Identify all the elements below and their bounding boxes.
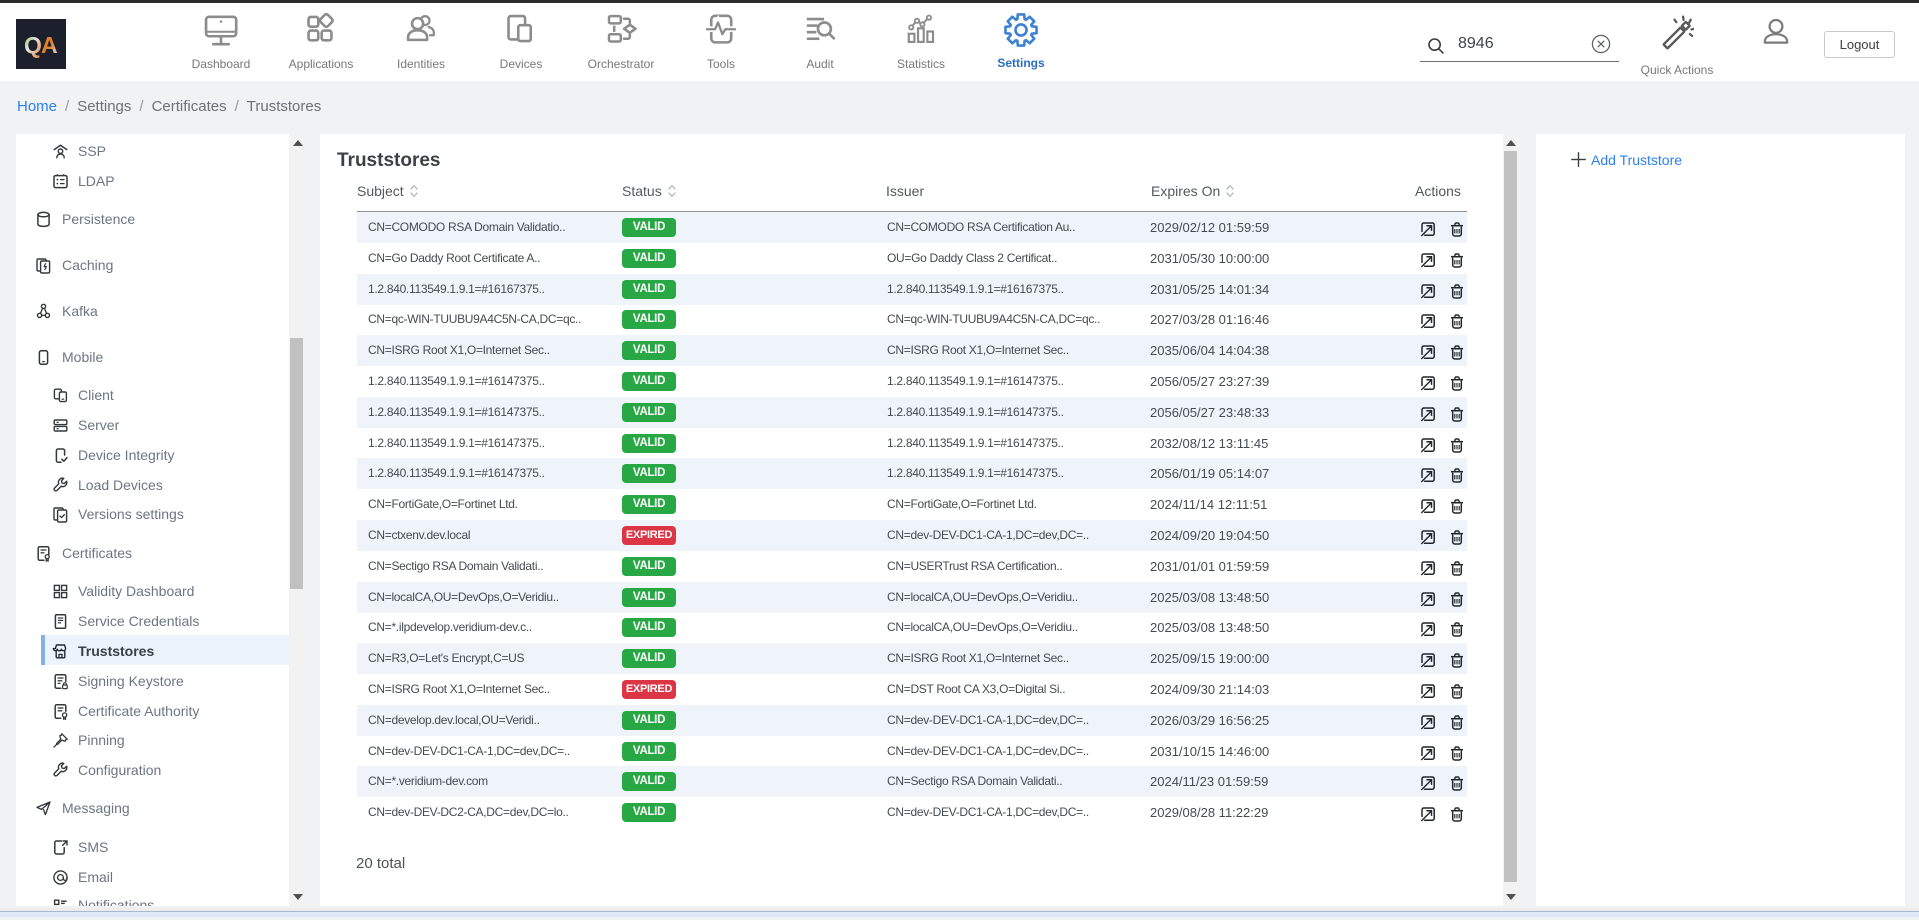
svg-text:Q: Q bbox=[24, 32, 42, 58]
svg-text:A: A bbox=[41, 32, 58, 58]
